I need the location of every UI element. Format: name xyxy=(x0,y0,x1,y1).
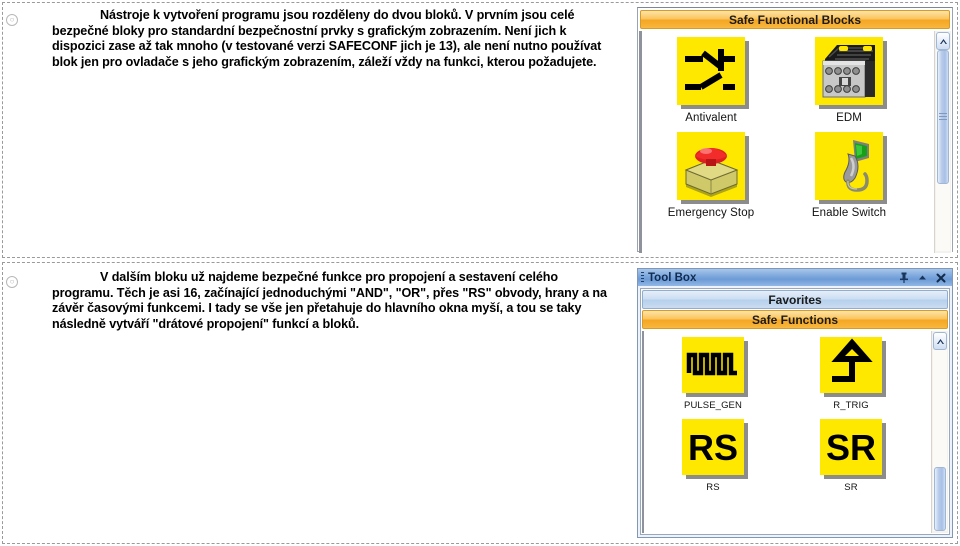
antivalent-contacts-icon[interactable] xyxy=(677,37,745,105)
safe-functions-icon-area: PULSE_GEN R_TRIG RS RS SR SR xyxy=(642,331,949,533)
toolbox-item-r-trig[interactable]: R_TRIG xyxy=(782,337,920,411)
tool-box-title: Tool Box xyxy=(648,271,697,284)
drag-grip-icon[interactable] xyxy=(641,272,644,283)
auto-hide-pin-icon[interactable] xyxy=(899,272,909,283)
toolbox-item-label: EDM xyxy=(836,112,862,124)
contactor-icon[interactable] xyxy=(815,37,883,105)
toolbox-item-antivalent[interactable]: Antivalent xyxy=(642,37,780,124)
scrollbar-grip-icon xyxy=(939,113,947,121)
safe-functional-blocks-panel: Safe Functional Blocks Antivalent EDM Em… xyxy=(637,7,953,253)
toolbox-item-label: PULSE_GEN xyxy=(684,400,742,411)
rs-flipflop-icon[interactable]: RS xyxy=(682,419,744,475)
enable-switch-grip-icon[interactable] xyxy=(815,132,883,200)
close-icon[interactable] xyxy=(936,273,946,283)
bottom-paragraph-text: V dalším bloku už najdeme bezpečné funkc… xyxy=(52,270,607,331)
pulse-waveform-icon[interactable] xyxy=(682,337,744,393)
tool-box-titlebar[interactable]: Tool Box xyxy=(638,269,952,286)
toolbox-item-label: RS xyxy=(706,482,720,493)
safe-functions-scrollbar[interactable] xyxy=(931,331,948,533)
top-paragraph: Nástroje k vytvoření programu jsou rozdě… xyxy=(52,8,622,70)
emergency-stop-button-icon[interactable] xyxy=(677,132,745,200)
bottom-paragraph: V dalším bloku už najdeme bezpečné funkc… xyxy=(52,270,622,332)
toolbox-item-label: Emergency Stop xyxy=(667,207,755,219)
safe-blocks-icon-grid: Antivalent EDM Emergency Stop Enable Swi… xyxy=(642,31,952,227)
toolbox-item-label: Antivalent xyxy=(685,112,737,124)
scrollbar-track[interactable] xyxy=(933,350,947,531)
toolbox-item-pulse-gen[interactable]: PULSE_GEN xyxy=(644,337,782,411)
scrollbar-thumb[interactable] xyxy=(934,467,946,531)
svg-text:RS: RS xyxy=(688,427,738,468)
paragraph-marker-bottom: ○ xyxy=(6,276,18,288)
collapse-chevron-icon[interactable] xyxy=(918,274,927,281)
top-paragraph-text: Nástroje k vytvoření programu jsou rozdě… xyxy=(52,8,602,69)
scrollbar-track[interactable] xyxy=(936,50,950,251)
tool-box-body: Favorites Safe Functions PULSE_GEN R_TRI… xyxy=(640,288,950,535)
tool-box-panel: Tool Box Favorites Safe Functions PULSE_… xyxy=(637,268,953,538)
toolbox-item-label: R_TRIG xyxy=(833,400,869,411)
toolbox-item-edm[interactable]: EDM xyxy=(780,37,918,124)
toolbox-item-emergency-stop[interactable]: Emergency Stop xyxy=(642,132,780,219)
toolbox-item-enable-switch[interactable]: Enable Switch xyxy=(780,132,918,219)
scrollbar-thumb[interactable] xyxy=(937,50,949,184)
toolbox-item-rs[interactable]: RS RS xyxy=(644,419,782,493)
safe-blocks-scrollbar[interactable] xyxy=(934,31,951,253)
safe-functions-icon-grid: PULSE_GEN R_TRIG RS RS SR SR xyxy=(644,331,949,501)
safe-functional-blocks-header[interactable]: Safe Functional Blocks xyxy=(640,10,950,29)
svg-text:SR: SR xyxy=(826,427,876,468)
toolbox-item-label: SR xyxy=(844,482,858,493)
sr-flipflop-icon[interactable]: SR xyxy=(820,419,882,475)
toolbox-item-label: Enable Switch xyxy=(811,207,887,219)
rising-edge-icon[interactable] xyxy=(820,337,882,393)
slide-canvas: ○ Nástroje k vytvoření programu jsou roz… xyxy=(0,0,960,546)
paragraph-marker-top: ○ xyxy=(6,14,18,26)
safe-blocks-icon-area: Antivalent EDM Emergency Stop Enable Swi… xyxy=(639,31,952,253)
toolbox-item-sr[interactable]: SR SR xyxy=(782,419,920,493)
scroll-up-icon[interactable] xyxy=(933,332,947,350)
toolbox-section-safe-functions[interactable]: Safe Functions xyxy=(642,310,948,329)
scroll-up-icon[interactable] xyxy=(936,32,950,50)
toolbox-section-favorites[interactable]: Favorites xyxy=(642,290,948,309)
